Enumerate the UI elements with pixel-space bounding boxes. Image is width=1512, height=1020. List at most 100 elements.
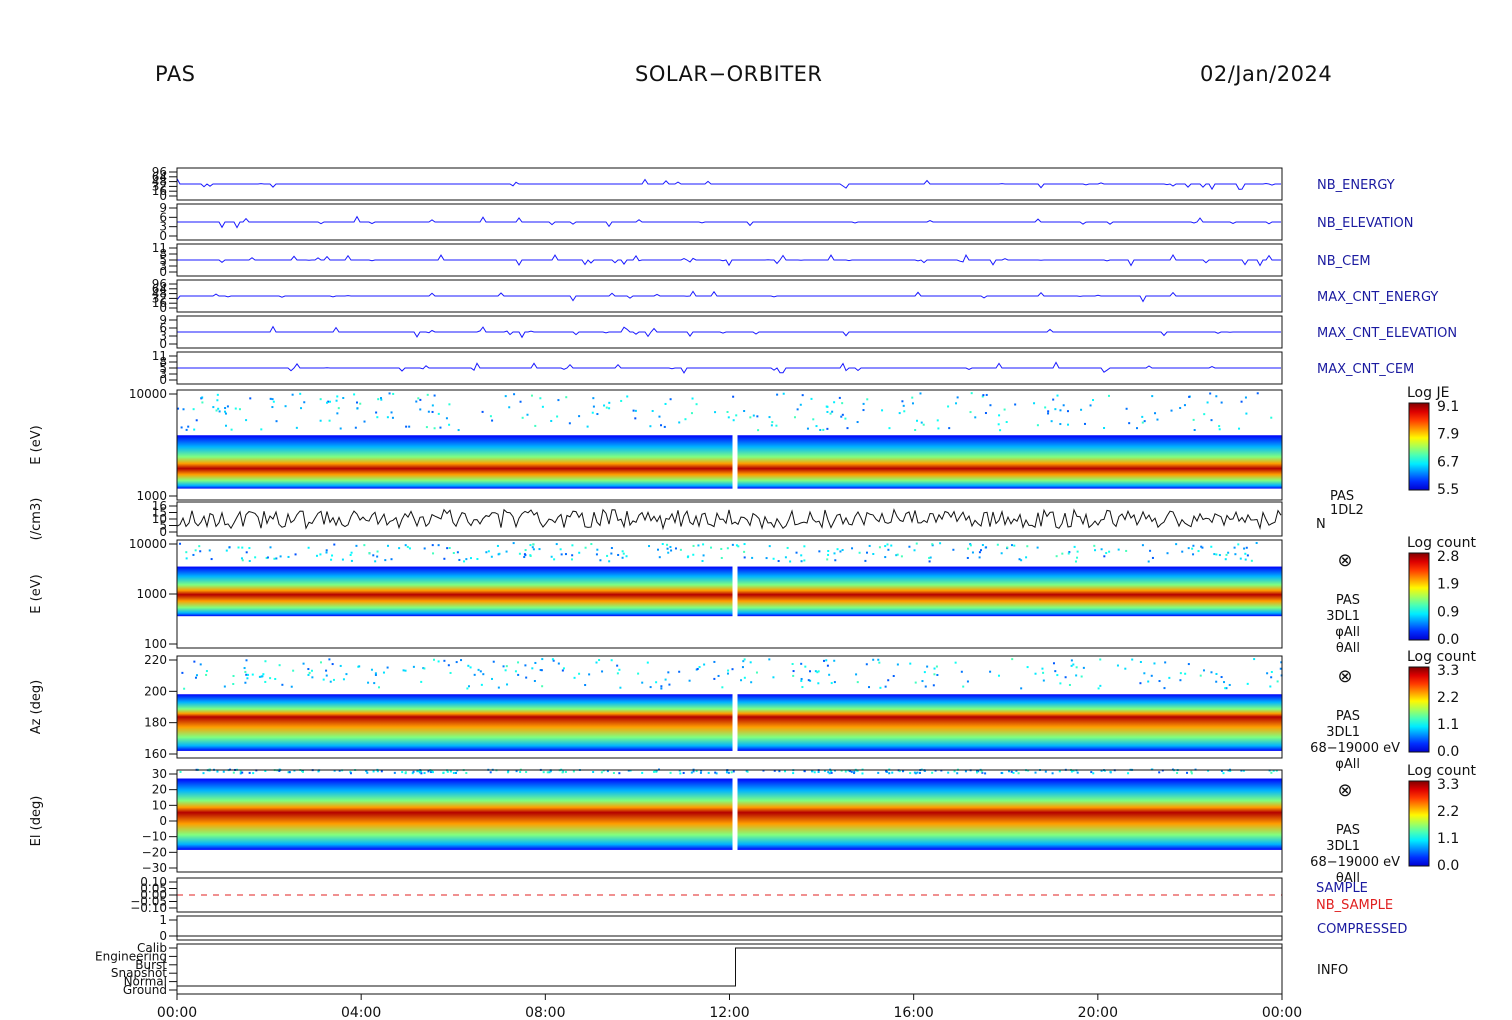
- sparse-count: [275, 420, 278, 423]
- sparse-count: [505, 550, 508, 553]
- sparse-count: [1099, 658, 1102, 661]
- sparse-count: [1191, 547, 1194, 550]
- sparse-count: [559, 548, 562, 551]
- series-trace: [176, 508, 1282, 531]
- sparse-count: [731, 668, 734, 671]
- sparse-count: [743, 676, 746, 679]
- sparse-count: [1139, 661, 1142, 664]
- sparse-count: [393, 771, 396, 774]
- panel-label: PAS: [1330, 489, 1354, 504]
- sparse-count: [707, 771, 710, 774]
- sparse-count: [404, 669, 407, 672]
- sparse-count: [868, 686, 871, 689]
- sparse-count: [600, 771, 603, 774]
- sparse-count: [618, 772, 621, 775]
- sparse-count: [914, 681, 917, 684]
- sparse-count: [295, 426, 298, 429]
- sparse-count: [328, 419, 331, 422]
- sparse-count: [1059, 682, 1062, 685]
- sparse-count: [720, 556, 723, 559]
- panel-label: MAX_CNT_CEM: [1317, 362, 1414, 377]
- sparse-count: [1158, 680, 1161, 683]
- sparse-count: [224, 412, 227, 415]
- sparse-count: [262, 673, 265, 676]
- sparse-count: [795, 551, 798, 554]
- sparse-count: [801, 686, 804, 689]
- sparse-count: [243, 667, 246, 670]
- sparse-count: [603, 404, 606, 407]
- sparse-count: [1051, 772, 1054, 775]
- sparse-count: [634, 417, 637, 420]
- sparse-count: [228, 546, 231, 549]
- sparse-count: [584, 546, 587, 549]
- sparse-count: [620, 399, 623, 402]
- sparse-count: [550, 419, 553, 422]
- sparse-count: [356, 407, 359, 410]
- sparse-count: [418, 771, 421, 774]
- sparse-count: [215, 409, 218, 412]
- sparse-count: [1056, 394, 1059, 397]
- sparse-count: [201, 401, 204, 404]
- sparse-count: [1224, 558, 1227, 561]
- sparse-count: [433, 427, 436, 430]
- sparse-count: [1066, 410, 1069, 413]
- sparse-count: [1052, 398, 1055, 401]
- sparse-count: [616, 664, 619, 667]
- panel-label: NB_CEM: [1317, 254, 1371, 269]
- sparse-count: [953, 770, 956, 773]
- sparse-count: [1124, 667, 1127, 670]
- x-tick-label: 16:00: [893, 1005, 933, 1020]
- sparse-count: [460, 659, 463, 662]
- sparse-count: [1158, 771, 1161, 774]
- sparse-count: [690, 412, 693, 415]
- sparse-count: [485, 551, 488, 554]
- sparse-count: [800, 677, 803, 680]
- sparse-count: [384, 559, 387, 562]
- sparse-count: [1147, 560, 1150, 563]
- sparse-count: [732, 419, 735, 422]
- side-label: 3DL1: [1326, 839, 1360, 854]
- sparse-count: [648, 545, 651, 548]
- sparse-count: [830, 682, 833, 685]
- sparse-count: [271, 398, 274, 401]
- sparse-count: [1094, 549, 1097, 552]
- sparse-count: [911, 396, 914, 399]
- panel-nb_cem: [169, 243, 1283, 277]
- sparse-count: [625, 555, 628, 558]
- series-trace: [176, 290, 1281, 303]
- sparse-count: [508, 406, 511, 409]
- sparse-count: [956, 396, 959, 399]
- sparse-count: [666, 547, 669, 550]
- sparse-count: [1270, 676, 1273, 679]
- sparse-count: [800, 679, 803, 682]
- sparse-count: [437, 660, 440, 663]
- sparse-count: [1209, 392, 1212, 395]
- sparse-count: [300, 407, 303, 410]
- sparse-count: [355, 401, 358, 404]
- sparse-count: [205, 673, 208, 676]
- sparse-count: [336, 412, 339, 415]
- sparse-count: [800, 662, 803, 665]
- sparse-count: [423, 772, 426, 775]
- sparse-count: [578, 672, 581, 675]
- sparse-count: [308, 671, 311, 674]
- sparse-count: [713, 677, 716, 680]
- sparse-count: [264, 660, 267, 663]
- sparse-count: [1127, 772, 1130, 775]
- sparse-count: [524, 549, 527, 552]
- panel-pas_3dl1_el: [169, 768, 1430, 873]
- sparse-count: [637, 672, 640, 675]
- sparse-count: [504, 669, 507, 672]
- sparse-count: [1141, 415, 1144, 418]
- sparse-count: [1181, 550, 1184, 553]
- panel-label: N: [1316, 517, 1326, 532]
- sparse-count: [844, 770, 847, 773]
- sparse-count: [830, 771, 833, 774]
- sparse-count: [448, 423, 451, 426]
- sparse-count: [523, 556, 526, 559]
- sparse-count: [465, 772, 468, 775]
- spectrum-band: [177, 694, 1282, 751]
- sparse-count: [699, 771, 702, 774]
- sparse-count: [1245, 546, 1248, 549]
- sparse-count: [735, 414, 738, 417]
